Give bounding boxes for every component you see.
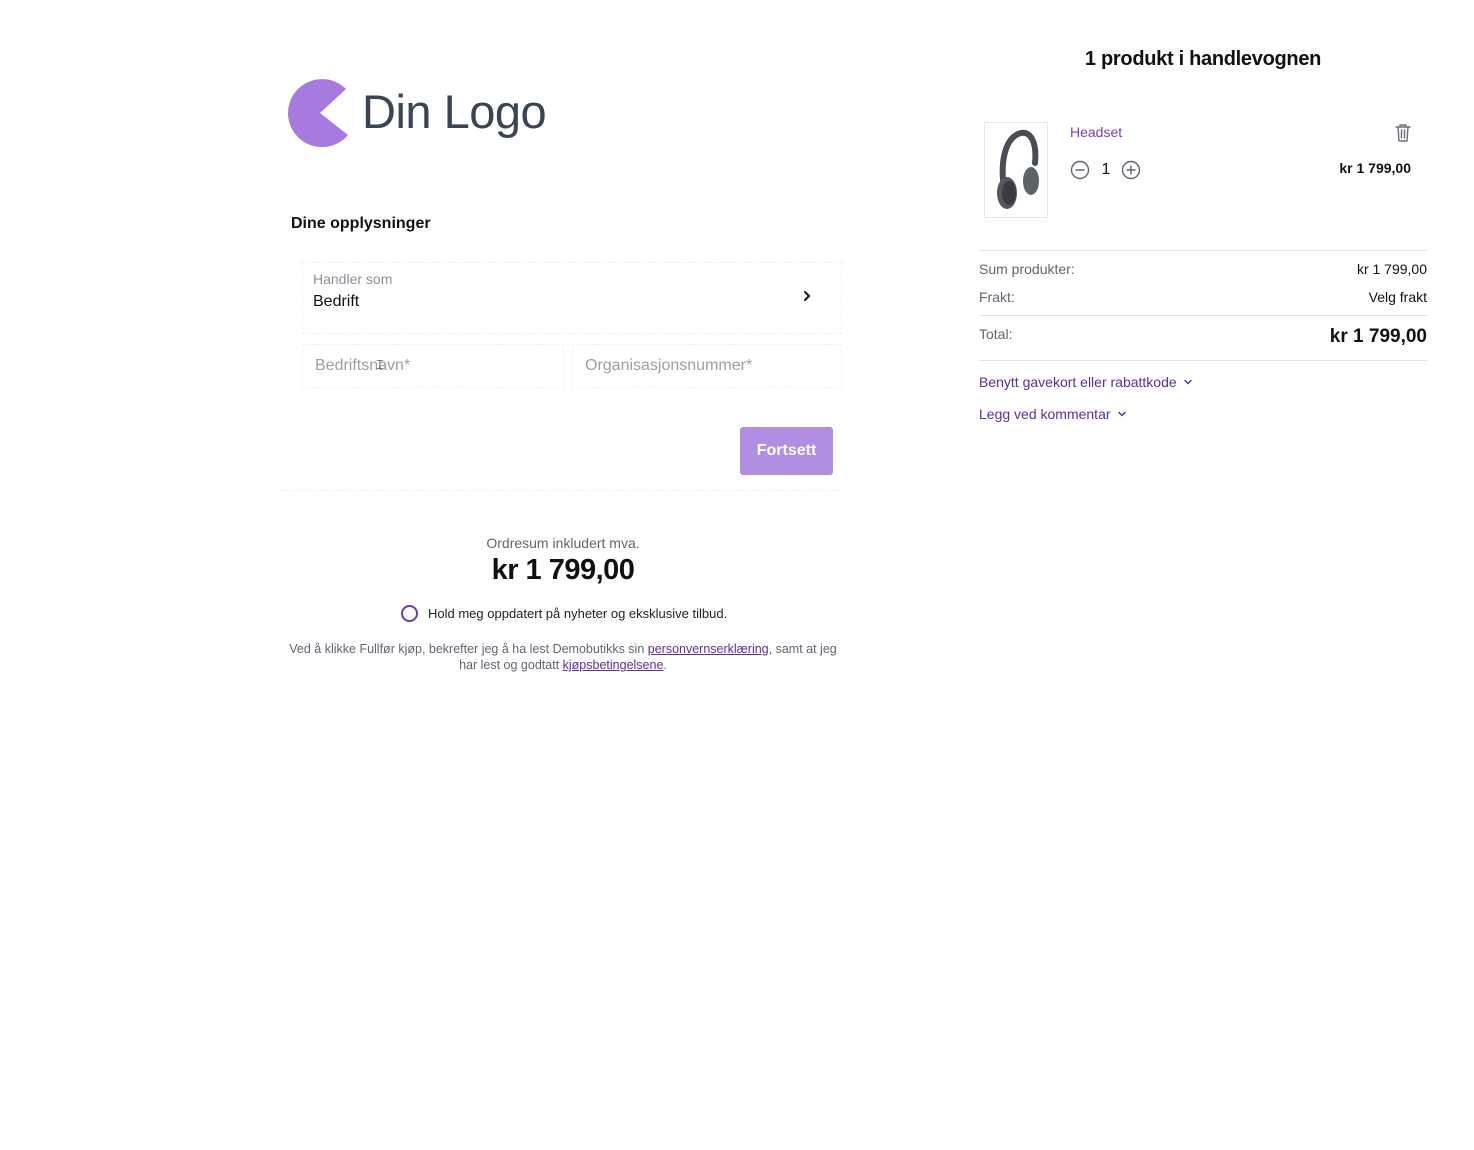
line-item-price: kr 1 799,00 xyxy=(1339,160,1411,176)
logo: Din Logo xyxy=(286,75,547,147)
handler-som-select[interactable]: Handler som Bedrift xyxy=(302,262,842,334)
gift-card-toggle[interactable]: Benytt gavekort eller rabattkode xyxy=(979,374,1193,390)
shipping-value: Velg frakt xyxy=(1368,289,1427,305)
org-number-input[interactable] xyxy=(572,344,842,388)
company-name-input[interactable] xyxy=(302,344,564,388)
trash-icon[interactable] xyxy=(1394,123,1412,143)
newsletter-label: Hold meg oppdatert på nyheter og eksklus… xyxy=(428,606,728,621)
privacy-link[interactable]: personvernserklæring xyxy=(648,642,769,656)
terms-link[interactable]: kjøpsbetingelsene xyxy=(563,658,664,672)
handler-som-label: Handler som xyxy=(313,271,393,287)
newsletter-radio[interactable] xyxy=(401,605,418,622)
terms-text: Ved å klikke Fullfør kjøp, bekrefter jeg… xyxy=(284,641,842,673)
order-sum-amount: kr 1 799,00 xyxy=(491,554,635,586)
form-divider xyxy=(280,490,840,491)
logo-mark-icon xyxy=(288,79,348,147)
logo-text: Din Logo xyxy=(362,84,547,138)
cart-divider-top xyxy=(979,250,1427,251)
cart-divider-bottom xyxy=(979,360,1427,361)
quantity-decrease-icon[interactable] xyxy=(1070,160,1090,180)
order-sum-label: Ordresum inkludert mva. xyxy=(486,535,640,551)
total-label: Total: xyxy=(979,326,1013,342)
cart-title: 1 produkt i handlevognen xyxy=(1084,48,1322,70)
section-title: Dine opplysninger xyxy=(291,215,431,232)
sum-products-label: Sum produkter: xyxy=(979,261,1075,277)
terms-text-before: Ved å klikke Fullfør kjøp, bekrefter jeg… xyxy=(289,642,648,656)
product-name-link[interactable]: Headset xyxy=(1070,124,1122,140)
sum-products-value: kr 1 799,00 xyxy=(1356,261,1427,277)
headphones-icon xyxy=(997,129,1039,209)
product-image[interactable] xyxy=(984,122,1048,218)
newsletter-option[interactable]: Hold meg oppdatert på nyheter og eksklus… xyxy=(401,605,727,622)
comment-toggle[interactable]: Legg ved kommentar xyxy=(979,406,1127,422)
terms-text-after: . xyxy=(663,658,667,672)
chevron-down-icon xyxy=(1117,411,1126,417)
comment-label: Legg ved kommentar xyxy=(979,406,1111,422)
total-value: kr 1 799,00 xyxy=(1329,326,1427,347)
chevron-right-icon xyxy=(804,291,810,301)
chevron-down-icon xyxy=(1183,379,1192,385)
gift-card-label: Benytt gavekort eller rabattkode xyxy=(979,374,1177,390)
text-cursor-icon: ⌶ xyxy=(376,357,384,372)
quantity-value: 1 xyxy=(1101,161,1111,178)
continue-button[interactable]: Fortsett xyxy=(740,427,833,475)
handler-som-value: Bedrift xyxy=(313,293,360,310)
shipping-label: Frakt: xyxy=(979,289,1015,305)
cart-divider-middle xyxy=(979,315,1427,316)
quantity-increase-icon[interactable] xyxy=(1121,160,1141,180)
